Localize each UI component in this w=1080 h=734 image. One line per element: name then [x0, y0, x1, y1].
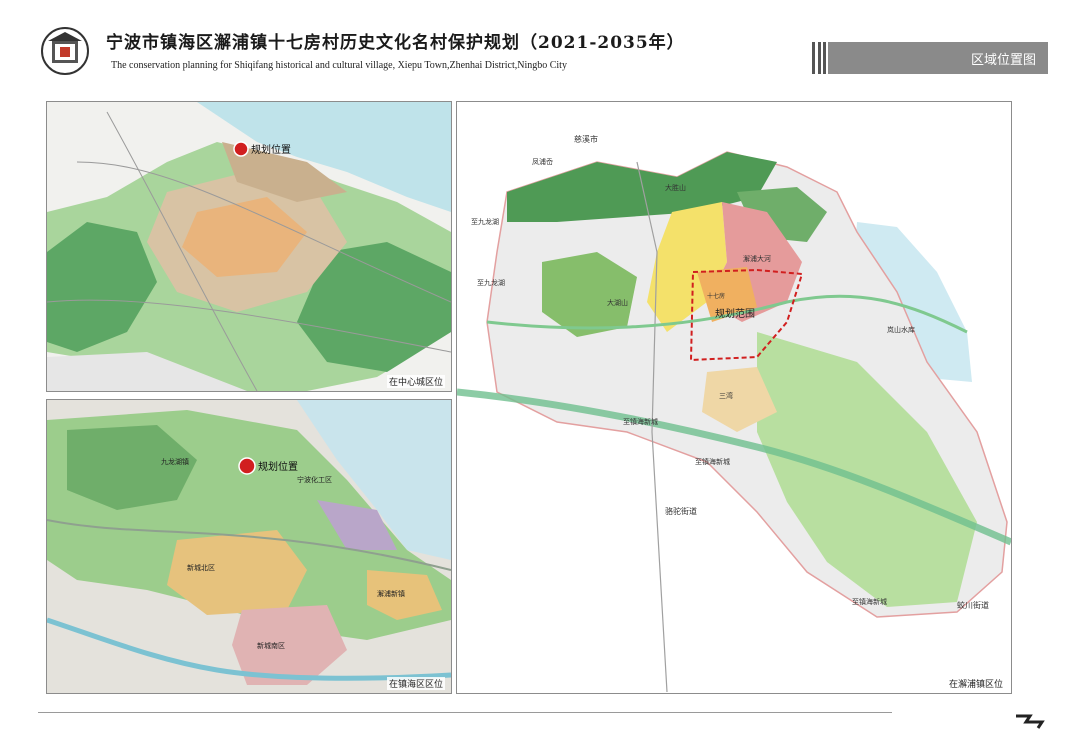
page-title: 宁波市镇海区澥浦镇十七房村历史文化名村保护规划（2021-2035年）: [106, 33, 685, 53]
town-label-6: 至镇海新城: [623, 417, 658, 426]
town-label-10: 澥浦大河: [743, 254, 771, 263]
town-label-8: 至镇海新城: [852, 597, 887, 606]
district-marker-label: 规划位置: [258, 460, 298, 473]
town-label-4: 骆驼街道: [665, 506, 697, 516]
section-tag: 区域位置图: [828, 42, 1048, 74]
tag-bars-icon: [812, 42, 826, 74]
town-label-1: 凤浦岙: [532, 157, 553, 166]
town-map-svg: 规划范围 慈溪市 凤浦岙 至九龙湖 至九龙湖 骆驼街道 蛟川街道 至镇海新城 至…: [457, 102, 1011, 693]
town-map-caption: 在澥浦镇区位: [946, 677, 1005, 690]
logo-emblem-icon: [41, 27, 89, 75]
district-label-3: 澥浦新镇: [377, 589, 405, 598]
town-label-0: 慈溪市: [574, 134, 598, 144]
page-subtitle: The conservation planning for Shiqifang …: [111, 60, 567, 71]
district-label-0: 九龙湖镇: [161, 457, 189, 466]
town-location-map: 规划范围 慈溪市 凤浦岙 至九龙湖 至九龙湖 骆驼街道 蛟川街道 至镇海新城 至…: [456, 101, 1012, 694]
town-label-12: 大胜山: [665, 183, 686, 192]
corner-mark-icon: [1016, 714, 1045, 729]
city-map-caption: 在中心城区位: [386, 375, 445, 388]
footer-divider: [38, 712, 892, 713]
section-tag-label: 区域位置图: [970, 53, 1036, 68]
town-label-14: 三湾: [719, 391, 733, 400]
district-label-2: 新城北区: [187, 563, 215, 572]
location-pin-icon: [233, 141, 249, 157]
town-label-3: 至九龙湖: [477, 278, 505, 287]
location-pin-icon: [238, 457, 256, 475]
town-label-11: 大湖山: [607, 298, 628, 307]
town-label-9: 岚山水库: [887, 325, 915, 334]
town-label-13: 十七房: [707, 292, 725, 300]
district-map-svg: 规划位置 九龙湖镇 宁波化工区 新城北区 澥浦新镇 新城南区: [47, 400, 451, 693]
town-label-7: 至镇海新城: [695, 457, 730, 466]
city-marker-label: 规划位置: [251, 143, 291, 156]
district-map-caption: 在镇海区区位: [386, 677, 445, 690]
city-location-map: 规划位置 在中心城区位: [46, 101, 452, 392]
district-label-1: 宁波化工区: [297, 475, 332, 484]
city-map-svg: 规划位置: [47, 102, 451, 391]
district-label-4: 新城南区: [257, 641, 285, 650]
town-label-5: 蛟川街道: [957, 600, 989, 610]
town-label-2: 至九龙湖: [471, 217, 499, 226]
district-location-map: 规划位置 九龙湖镇 宁波化工区 新城北区 澥浦新镇 新城南区 在镇海区区位: [46, 399, 452, 694]
town-boundary-label: 规划范围: [715, 307, 755, 320]
